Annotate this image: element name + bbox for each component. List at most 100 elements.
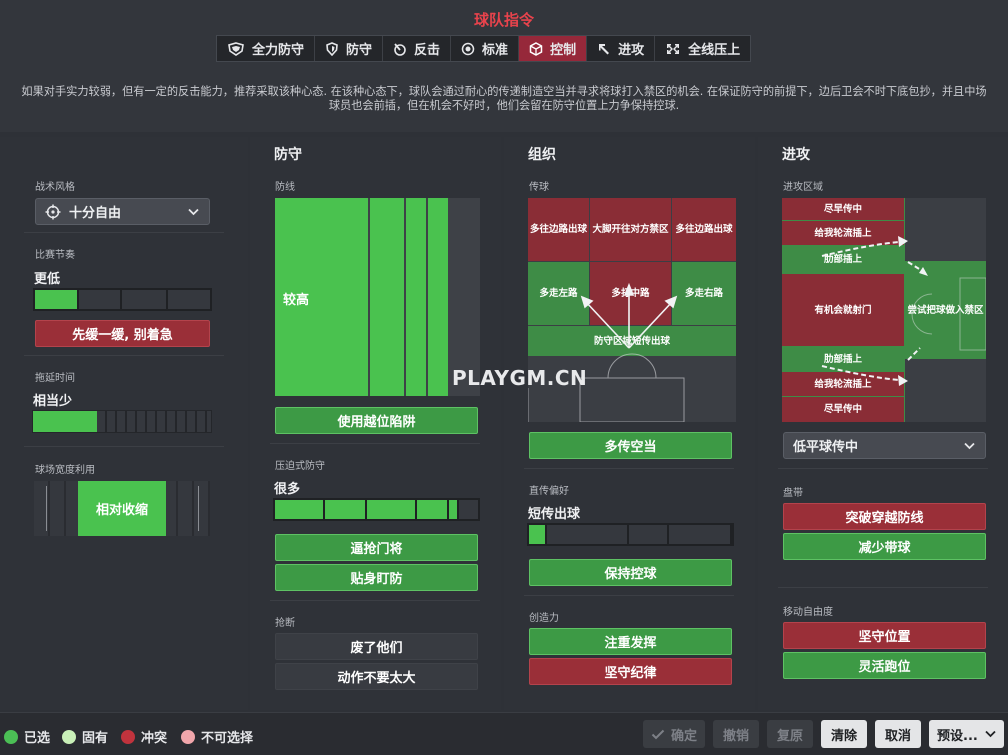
general-panel: 战术风格 十分自由 比赛节奏 更低 先缓一缓, 别着急 拖延时间 相当少 球场宽… (0, 137, 248, 710)
press-segment (275, 500, 323, 519)
chevron-down-icon (188, 208, 199, 216)
line-label: 防线 (275, 182, 295, 193)
cancel-button[interactable]: 取消 (875, 720, 921, 748)
timewasting-bar[interactable] (32, 410, 212, 433)
legend-unavailable: 不可选择 (181, 727, 253, 746)
legend-label: 固有 (82, 731, 109, 746)
creativity-label: 创造力 (529, 613, 559, 624)
style-label: 战术风格 (35, 182, 75, 193)
undo-button[interactable]: 撤销 (713, 720, 759, 748)
tab-label: 进攻 (618, 43, 645, 58)
tab-very-attacking[interactable]: 全线压上 (655, 36, 750, 61)
check-icon (651, 729, 665, 739)
tab-label: 控制 (550, 43, 577, 58)
crosshair-icon (45, 204, 61, 219)
be-disciplined-button[interactable]: 坚守纪律 (529, 658, 732, 685)
tempo-fill (35, 290, 77, 309)
tab-label: 防守 (346, 43, 373, 58)
directness-segment (629, 525, 667, 544)
tab-balanced[interactable]: 标准 (451, 36, 520, 61)
chevron-down-icon (985, 730, 996, 738)
area-label: 进攻区域 (783, 182, 823, 193)
all-out-icon (667, 43, 680, 54)
style-value: 十分自由 (69, 206, 122, 221)
get-stuck-in-button[interactable]: 废了他们 (275, 633, 478, 660)
preset-button[interactable]: 预设... (929, 720, 1004, 748)
legend-label: 冲突 (141, 731, 168, 746)
mentality-description: 如果对手实力较弱，但有一定的反击能力，推荐采取该种心态. 在该种心态下，球队会通… (21, 85, 987, 112)
page-title: 球队指令 (473, 11, 534, 29)
hold-position-button[interactable]: 坚守位置 (783, 622, 986, 649)
press-segment (367, 500, 415, 519)
retain-possession-button[interactable]: 保持控球 (529, 559, 732, 586)
directness-segment (547, 525, 627, 544)
timewasting-value: 相当少 (33, 394, 73, 409)
attack-panel: 进攻 进攻区域 尽早传中 给我轮流插上 肋部插上 有机会就射门 尝试把球做入禁区… (758, 137, 1008, 710)
line-segment (406, 198, 426, 396)
attack-arrows (821, 236, 986, 386)
width-selector[interactable]: 相对收缩 (34, 481, 210, 536)
tempo-value: 更低 (34, 272, 61, 287)
directness-value: 短传出球 (528, 507, 581, 522)
press-segment (449, 500, 457, 519)
cube-icon (529, 41, 543, 56)
legend-selected: 已选 (4, 727, 50, 746)
press-label: 压迫式防守 (275, 461, 325, 472)
press-segment (459, 500, 478, 519)
shield-icon (326, 41, 338, 56)
tempo-segment (122, 290, 166, 309)
tab-positive[interactable]: 控制 (519, 36, 588, 61)
confirm-button[interactable]: 确定 (643, 720, 705, 748)
press-segment (325, 500, 365, 519)
directness-bar[interactable] (527, 523, 734, 546)
width-label: 球场宽度利用 (35, 465, 95, 476)
cross-type-select[interactable]: 低平球传中 (783, 432, 986, 459)
press-keeper-button[interactable]: 逼抢门将 (275, 534, 478, 561)
line-value: 较高 (283, 293, 310, 308)
pass-into-space-button[interactable]: 多传空当 (529, 432, 732, 459)
tackle-label: 抢断 (275, 618, 295, 629)
dribble-less-button[interactable]: 减少带球 (783, 533, 986, 560)
line-segment (428, 198, 448, 396)
directness-label: 直传偏好 (529, 486, 569, 497)
passing-label: 传球 (529, 182, 549, 193)
roam-button[interactable]: 灵活跑位 (783, 652, 986, 679)
press-bar[interactable] (273, 498, 480, 521)
defense-head: 防守 (274, 147, 302, 163)
cross-type-value: 低平球传中 (793, 440, 859, 455)
tempo-button[interactable]: 先缓一缓, 别着急 (35, 320, 210, 347)
shield-double-icon (228, 41, 244, 56)
directness-fill (529, 525, 545, 544)
redo-button[interactable]: 复原 (767, 720, 813, 748)
tab-counter[interactable]: 反击 (383, 36, 452, 61)
watermark: PLAYGM.CN (452, 366, 588, 390)
attack-field[interactable]: 尽早传中 给我轮流插上 肋部插上 有机会就射门 尝试把球做入禁区 肋部插上 给我… (782, 198, 986, 422)
stay-on-feet-button[interactable]: 动作不要太大 (275, 663, 478, 690)
tab-label: 全线压上 (688, 43, 741, 58)
run-at-defence-button[interactable]: 突破穿越防线 (783, 503, 986, 530)
tempo-bar[interactable] (33, 288, 212, 311)
clear-button[interactable]: 清除 (821, 720, 867, 748)
defensive-line-selector[interactable]: 较高 (275, 198, 480, 396)
legend-dot (181, 729, 195, 744)
preset-label: 预设... (937, 728, 978, 744)
line-segment (370, 198, 404, 396)
tab-defensive[interactable]: 防守 (315, 36, 384, 61)
legend-label: 不可选择 (201, 731, 254, 746)
freedom-label: 移动自由度 (783, 607, 833, 618)
be-expressive-button[interactable]: 注重发挥 (529, 628, 732, 655)
mentality-tabs: 全力防守 防守 反击 标准 控制 进攻 全线压上 (216, 35, 752, 62)
chevron-down-icon (964, 442, 975, 450)
dribble-label: 盘带 (783, 488, 803, 499)
tight-marking-button[interactable]: 贴身盯防 (275, 564, 478, 591)
target-icon (461, 42, 475, 55)
timewasting-track (97, 411, 211, 432)
tab-very-defensive[interactable]: 全力防守 (217, 36, 316, 61)
style-select[interactable]: 十分自由 (35, 198, 210, 225)
confirm-label: 确定 (670, 728, 697, 744)
directness-segment (669, 525, 730, 544)
tab-attacking[interactable]: 进攻 (587, 36, 656, 61)
legend-dot (62, 729, 76, 744)
offside-trap-button[interactable]: 使用越位陷阱 (275, 407, 478, 434)
tab-label: 反击 (414, 43, 441, 58)
